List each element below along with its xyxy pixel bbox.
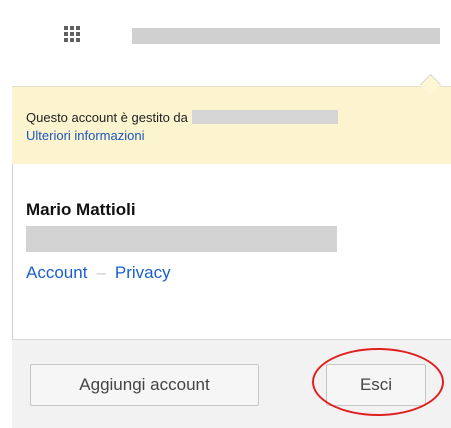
signout-button[interactable]: Esci xyxy=(326,364,426,406)
account-links: Account – Privacy xyxy=(26,263,171,283)
privacy-link[interactable]: Privacy xyxy=(115,263,171,282)
user-name: Mario Mattioli xyxy=(26,200,136,219)
apps-grid-icon[interactable] xyxy=(64,26,81,43)
add-account-button[interactable]: Aggiungi account xyxy=(30,364,259,406)
more-info-link[interactable]: Ulteriori informazioni xyxy=(26,128,144,144)
link-separator: – xyxy=(96,263,106,282)
account-menu-footer: Aggiungi account Esci xyxy=(12,339,451,428)
managed-account-text-line: Questo account è gestito da xyxy=(26,110,338,126)
account-link[interactable]: Account xyxy=(26,263,87,282)
managed-account-notice: Questo account è gestito da Ulteriori in… xyxy=(12,86,451,164)
redacted-account-email xyxy=(132,28,440,44)
managed-account-text: Questo account è gestito da xyxy=(26,110,188,125)
redacted-user-email xyxy=(26,226,337,252)
top-bar xyxy=(0,0,451,70)
redacted-organization xyxy=(191,110,338,124)
